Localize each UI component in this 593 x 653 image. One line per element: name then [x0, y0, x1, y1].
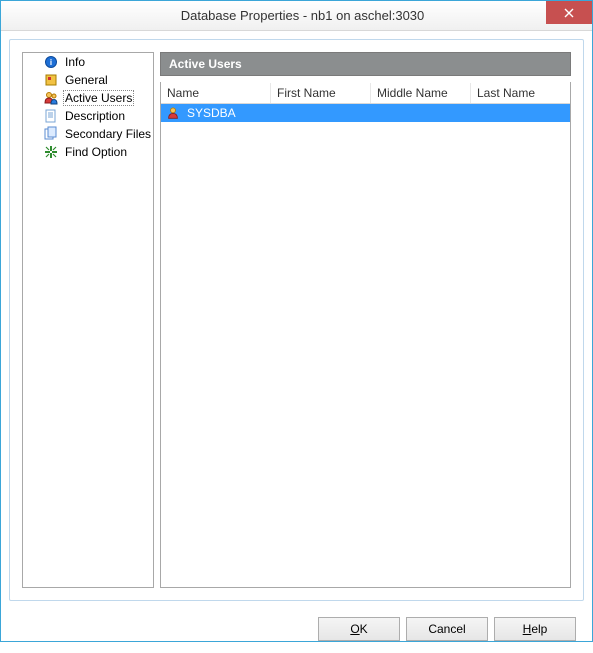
- sidebar-item-label: Find Option: [63, 145, 129, 159]
- tree-connector: [29, 90, 39, 106]
- user-icon: [165, 105, 181, 121]
- ok-button[interactable]: OK: [318, 617, 400, 641]
- sidebar-item-label: Active Users: [63, 90, 134, 106]
- sidebar-item-active-users[interactable]: Active Users: [23, 89, 153, 107]
- main-panel: Active Users Name First Name Middle Name…: [160, 52, 571, 588]
- svg-text:i: i: [50, 58, 52, 67]
- sidebar: i Info General Active Users: [22, 52, 154, 588]
- close-icon: [564, 8, 574, 18]
- sidebar-item-label: Info: [63, 55, 87, 69]
- sidebar-item-info[interactable]: i Info: [23, 53, 153, 71]
- button-row: OK Cancel Help: [1, 609, 592, 653]
- general-icon: [43, 72, 59, 88]
- description-icon: [43, 108, 59, 124]
- table-body: SYSDBA: [161, 104, 570, 587]
- table-header: Name First Name Middle Name Last Name: [161, 82, 570, 104]
- sidebar-item-find-option[interactable]: Find Option: [23, 143, 153, 161]
- tree-connector: [29, 108, 39, 124]
- help-label-rest: elp: [531, 622, 547, 636]
- column-header-first-name[interactable]: First Name: [271, 83, 371, 103]
- cancel-button[interactable]: Cancel: [406, 617, 488, 641]
- sidebar-item-label: General: [63, 73, 110, 87]
- sidebar-item-general[interactable]: General: [23, 71, 153, 89]
- tree-connector: [29, 126, 39, 142]
- tree-connector: [29, 144, 39, 160]
- tree-connector: [29, 54, 39, 70]
- dialog-body: i Info General Active Users: [9, 39, 584, 601]
- column-header-name[interactable]: Name: [161, 83, 271, 103]
- files-icon: [43, 126, 59, 142]
- titlebar: Database Properties - nb1 on aschel:3030: [1, 1, 592, 31]
- sidebar-item-secondary-files[interactable]: Secondary Files: [23, 125, 153, 143]
- column-header-last-name[interactable]: Last Name: [471, 83, 570, 103]
- column-header-middle-name[interactable]: Middle Name: [371, 83, 471, 103]
- users-icon: [43, 90, 59, 106]
- info-icon: i: [43, 54, 59, 70]
- tree-connector: [29, 72, 39, 88]
- panel-title: Active Users: [160, 52, 571, 76]
- find-icon: [43, 144, 59, 160]
- users-table: Name First Name Middle Name Last Name SY…: [160, 82, 571, 588]
- sidebar-item-description[interactable]: Description: [23, 107, 153, 125]
- cell-name: SYSDBA: [183, 106, 273, 120]
- close-button[interactable]: [546, 1, 592, 24]
- sidebar-item-label: Description: [63, 109, 127, 123]
- help-button[interactable]: Help: [494, 617, 576, 641]
- table-row[interactable]: SYSDBA: [161, 104, 570, 122]
- window-title: Database Properties - nb1 on aschel:3030: [13, 8, 592, 23]
- sidebar-item-label: Secondary Files: [63, 127, 153, 141]
- ok-label-rest: K: [360, 622, 368, 636]
